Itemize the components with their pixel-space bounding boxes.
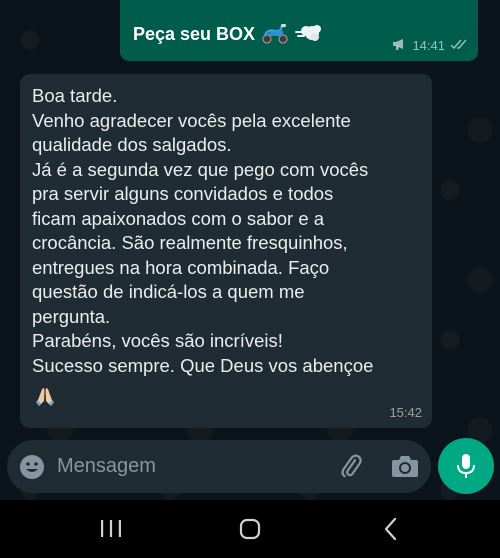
incoming-message-time: 15:42 (389, 405, 422, 420)
outgoing-message-meta: 14:41 (387, 38, 468, 53)
recent-apps-icon[interactable] (96, 516, 126, 542)
back-icon[interactable] (376, 516, 406, 542)
message-line: qualidade dos salgados. (32, 134, 232, 155)
message-line: crocância. São realmente fresquinhos, (32, 232, 348, 253)
emoji-icon[interactable] (19, 454, 45, 480)
message-line: Venho agradecer vocês pela excelente (32, 109, 351, 131)
message-line: questão de indicá-los a quem me (32, 281, 305, 302)
mic-button[interactable] (438, 438, 494, 494)
incoming-message-text: Boa tarde. Venho agradecer vocês pela ex… (32, 84, 427, 378)
dash-icon (295, 22, 323, 49)
scooter-icon (260, 22, 290, 49)
megaphone-icon (392, 38, 407, 53)
message-line: pra servir alguns convidados e todos (32, 183, 334, 204)
incoming-message-bubble[interactable]: Boa tarde. Venho agradecer vocês pela ex… (20, 74, 432, 428)
message-input[interactable] (57, 450, 327, 482)
message-line: ficam apaixonados com o sabor e a (32, 207, 325, 229)
camera-icon[interactable] (391, 453, 419, 481)
message-line: pergunta. (32, 305, 111, 327)
double-check-icon (450, 38, 468, 53)
folded-hands-icon (34, 386, 56, 413)
message-line: Sucesso sempre. Que Deus vos abençoe (32, 354, 374, 376)
outgoing-message-time: 14:41 (412, 38, 445, 53)
outgoing-message-text: Peça seu BOX (133, 24, 256, 44)
message-line: entregues na hora combinada. Faço (32, 256, 330, 278)
message-line: Parabéns, vocês são incríveis! (32, 330, 283, 351)
outgoing-message-bubble[interactable]: Peça seu BOX 14:41 (120, 0, 478, 61)
system-navigation-bar (0, 500, 500, 558)
attach-icon[interactable] (337, 452, 365, 480)
home-icon[interactable] (235, 516, 265, 542)
mic-icon (457, 454, 475, 478)
message-composer (7, 440, 431, 493)
outgoing-message-text-row: Peça seu BOX (133, 22, 323, 49)
message-line: Já é a segunda vez que pego com vocês (32, 158, 369, 180)
message-line: Boa tarde. (32, 85, 118, 106)
